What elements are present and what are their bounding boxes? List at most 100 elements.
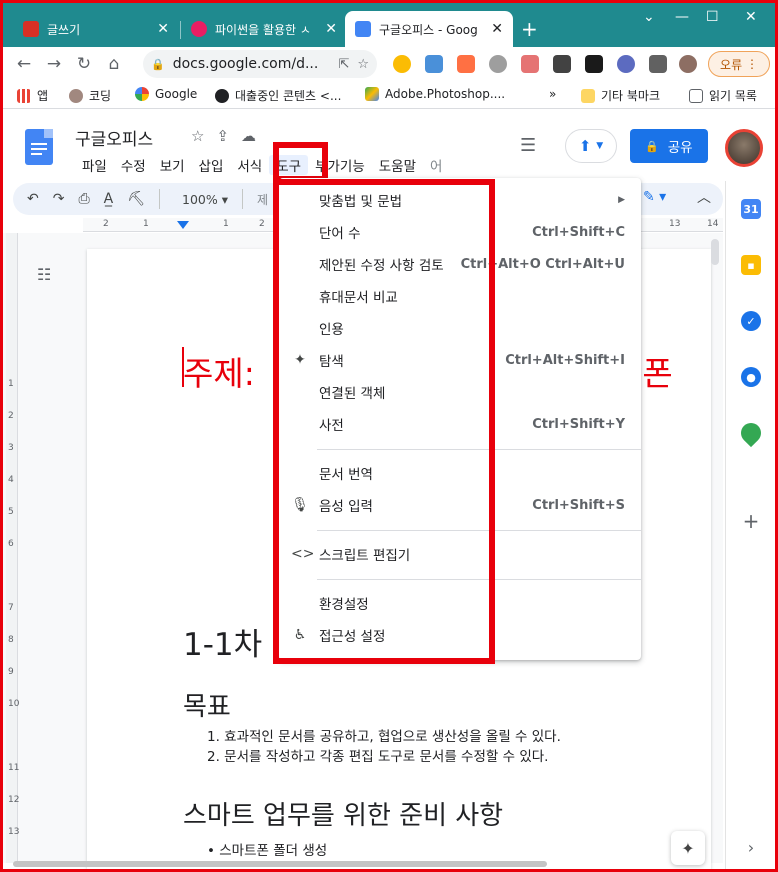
- apps-grid-icon: [17, 88, 31, 103]
- redo-icon[interactable]: ↷: [53, 191, 65, 207]
- globe-icon: [215, 88, 229, 103]
- highlight-box: [273, 179, 495, 664]
- maximize-icon[interactable]: ☐: [706, 9, 719, 25]
- profile-icon[interactable]: [679, 55, 697, 73]
- zoom-select[interactable]: 100% ▾: [182, 192, 228, 207]
- document-title[interactable]: 구글오피스: [75, 125, 153, 150]
- forward-icon[interactable]: →: [39, 54, 69, 74]
- comment-history-icon[interactable]: ☰: [520, 135, 536, 156]
- extension-icon[interactable]: [457, 55, 475, 73]
- reload-icon[interactable]: ↻: [69, 54, 99, 74]
- menu-last-edit[interactable]: 어: [423, 155, 449, 175]
- calendar-icon[interactable]: 31: [741, 199, 761, 219]
- close-icon[interactable]: ✕: [491, 21, 503, 37]
- cloud-status-icon[interactable]: ☁: [241, 127, 256, 145]
- tasks-icon[interactable]: ✓: [741, 311, 761, 331]
- vertical-scrollbar[interactable]: [711, 239, 719, 265]
- list-item: • 스마트폰 폴더 생성: [207, 843, 328, 859]
- collapse-toolbar-icon[interactable]: ︿: [697, 187, 711, 207]
- google-icon: [135, 87, 149, 101]
- minimize-icon[interactable]: —: [675, 9, 689, 25]
- star-icon[interactable]: ☆: [191, 127, 204, 145]
- menu-file[interactable]: 파일: [75, 155, 114, 175]
- present-icon: ⬆: [578, 137, 592, 155]
- goal-list: 1. 효과적인 문서를 공유하고, 협업으로 생산성을 올릴 수 있다. 2. …: [207, 727, 561, 767]
- extension-icon[interactable]: [393, 55, 411, 73]
- chevron-down-icon[interactable]: ⌄: [643, 9, 655, 25]
- docs-logo-icon[interactable]: [25, 129, 53, 165]
- lock-icon: 🔒: [151, 57, 165, 71]
- avatar[interactable]: [725, 129, 763, 167]
- extension-icon[interactable]: [425, 55, 443, 73]
- paint-format-icon[interactable]: ⛏: [127, 191, 145, 207]
- present-button[interactable]: ⬆ ▼: [565, 129, 617, 163]
- style-select[interactable]: 제: [257, 191, 268, 208]
- docs-header: 구글오피스 ☆ ⇪ ☁ 파일 수정 보기 삽입 서식 도구 부가기능 도움말 어…: [3, 109, 775, 181]
- indent-marker-icon[interactable]: [177, 221, 189, 229]
- undo-icon[interactable]: ↶: [27, 191, 39, 207]
- close-icon[interactable]: ✕: [157, 21, 169, 37]
- share-button[interactable]: 🔒 공유: [630, 129, 708, 163]
- maps-icon[interactable]: [736, 418, 766, 448]
- bookmark-coding[interactable]: 코딩: [69, 87, 111, 104]
- bookmark-photoshop[interactable]: Adobe.Photoshop....: [365, 87, 505, 101]
- vertical-ruler: 1 2 3 4 5 6 7 8 9 10 11 12 13: [6, 233, 19, 863]
- browser-toolbar: ← → ↻ ⌂ 🔒 docs.google.com/d... ⇱ ☆ 오류 ⋮: [3, 47, 775, 81]
- chevron-right-icon[interactable]: ›: [741, 837, 761, 857]
- drive-icon: [365, 87, 379, 101]
- puzzle-icon[interactable]: [649, 55, 667, 73]
- bookmark-google[interactable]: Google: [135, 87, 197, 101]
- extension-icon[interactable]: [489, 55, 507, 73]
- menu-insert[interactable]: 삽입: [192, 155, 231, 175]
- chevron-down-icon: ▼: [596, 141, 604, 151]
- bookmark-reading-list[interactable]: 읽기 목록: [689, 87, 757, 104]
- subject-heading: 주제:: [183, 354, 255, 393]
- tab-python[interactable]: 파이썬을 활용한 ㅅ ✕: [181, 11, 347, 47]
- extension-icon[interactable]: [585, 55, 603, 73]
- tab-strip: 글쓰기 ✕ 파이썬을 활용한 ㅅ ✕ 구글오피스 - Goog ✕ + ⌄ — …: [3, 3, 775, 47]
- editing-mode-icon[interactable]: ✎ ▾: [643, 189, 666, 205]
- bookmarks-overflow[interactable]: »: [549, 87, 556, 101]
- menu-edit[interactable]: 수정: [114, 155, 153, 175]
- new-tab-button[interactable]: +: [521, 17, 538, 41]
- menu-help[interactable]: 도움말: [372, 155, 423, 175]
- bookmarks-bar: 앱 코딩 Google 대출중인 콘텐츠 <... Adobe.Photosho…: [3, 81, 775, 109]
- highlight-box: [273, 142, 328, 182]
- bookmark-star-icon[interactable]: ☆: [357, 57, 369, 72]
- keep-icon[interactable]: ▪: [741, 255, 761, 275]
- horizontal-scrollbar[interactable]: [13, 861, 547, 867]
- error-button[interactable]: 오류 ⋮: [708, 51, 770, 77]
- explore-icon[interactable]: ✦: [671, 831, 705, 865]
- back-icon[interactable]: ←: [9, 54, 39, 74]
- docs-favicon-icon: [355, 21, 371, 37]
- side-panel: 31 ▪ ✓ ● + ›: [725, 181, 775, 869]
- dog-icon: [69, 88, 83, 103]
- extension-icon[interactable]: [521, 55, 539, 73]
- address-bar[interactable]: 🔒 docs.google.com/d... ⇱ ☆: [143, 50, 377, 78]
- move-folder-icon[interactable]: ⇪: [216, 127, 229, 145]
- reading-list-icon: [689, 88, 703, 103]
- menu-view[interactable]: 보기: [153, 155, 192, 175]
- contacts-icon[interactable]: ●: [741, 367, 761, 387]
- spellcheck-icon[interactable]: A̲: [104, 191, 114, 207]
- tab-google-office[interactable]: 구글오피스 - Goog ✕: [345, 11, 513, 47]
- menu-format[interactable]: 서식: [230, 155, 269, 175]
- print-icon[interactable]: ⎙: [78, 191, 89, 207]
- window-close-icon[interactable]: ✕: [745, 9, 757, 25]
- extension-icon[interactable]: [553, 55, 571, 73]
- close-icon[interactable]: ✕: [325, 21, 337, 37]
- add-addon-icon[interactable]: +: [741, 509, 761, 533]
- menu-bar: 파일 수정 보기 삽입 서식 도구 부가기능 도움말 어: [75, 155, 449, 175]
- lock-icon: 🔒: [645, 139, 660, 153]
- share-page-icon[interactable]: ⇱: [338, 57, 349, 72]
- extension-icon[interactable]: [617, 55, 635, 73]
- bookmark-library[interactable]: 대출중인 콘텐츠 <...: [215, 87, 341, 104]
- document-outline-icon[interactable]: ☷: [37, 265, 51, 284]
- list-item: 2. 문서를 작성하고 각종 편집 도구로 문서를 수정할 수 있다.: [207, 749, 549, 765]
- tab-favicon-icon: [191, 21, 207, 37]
- home-icon[interactable]: ⌂: [99, 54, 129, 74]
- browser-window: 글쓰기 ✕ 파이썬을 활용한 ㅅ ✕ 구글오피스 - Goog ✕ + ⌄ — …: [0, 0, 778, 872]
- tab-writing[interactable]: 글쓰기 ✕: [13, 11, 179, 47]
- bookmark-apps[interactable]: 앱: [17, 87, 48, 104]
- bookmark-other[interactable]: 기타 북마크: [581, 87, 660, 104]
